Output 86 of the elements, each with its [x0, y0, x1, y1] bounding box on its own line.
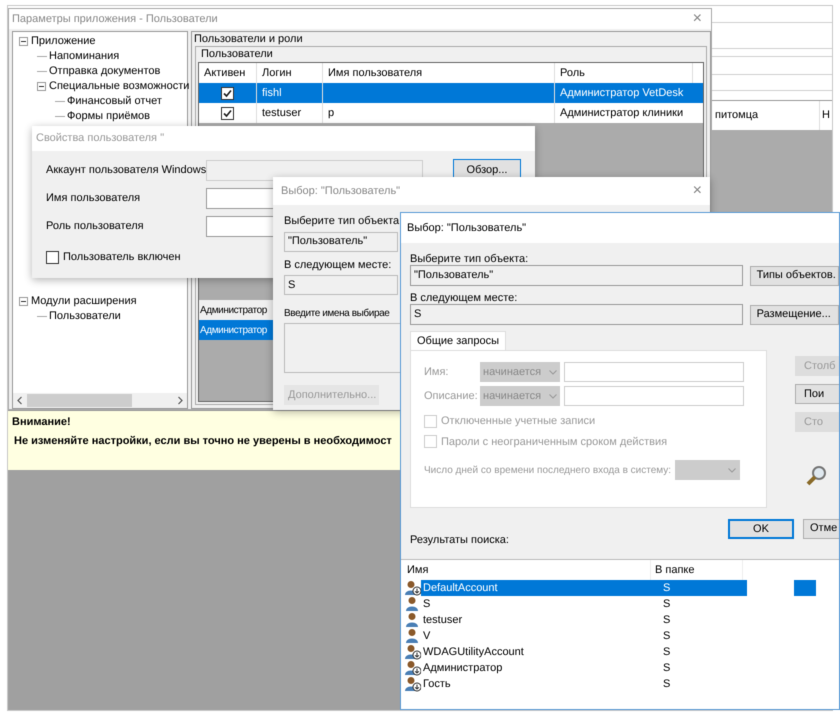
location-field: S	[410, 304, 743, 325]
table-row[interactable]: fishl Администратор VetDesk	[199, 83, 703, 103]
checkbox[interactable]	[46, 250, 59, 264]
list-item[interactable]: WDAGUtilityAccount	[421, 644, 659, 660]
object-type-field: "Пользователь"	[410, 265, 743, 286]
field-label: Имя:	[424, 364, 450, 380]
group-title: Пользователи	[200, 47, 274, 61]
close-button[interactable]: ×	[692, 7, 708, 31]
table-cell-text: S	[662, 612, 672, 628]
tree-item[interactable]: Приложение	[31, 33, 96, 50]
window-title: Выбор: "Пользователь"	[281, 184, 400, 199]
check-icon	[222, 108, 233, 118]
field-label: Аккаунт пользователя Windows	[46, 162, 206, 178]
table-cell: S	[659, 580, 747, 596]
checkbox[interactable]	[221, 106, 234, 120]
tree-item[interactable]: Напоминания	[49, 48, 120, 65]
column-header: Н	[821, 108, 831, 124]
field-label: Число дней со времени последнего входа в систему:	[424, 464, 672, 478]
tree-item[interactable]: Формы приёмов	[67, 108, 150, 125]
window-title: Выбор: "Пользователь"	[407, 220, 526, 236]
object-type-field: "Пользователь"	[284, 232, 398, 252]
caret-icon	[549, 370, 557, 374]
field-label: Выберите тип объекта:	[410, 252, 530, 265]
window-title: Свойства пользователя ''	[36, 131, 164, 146]
search-icon	[805, 464, 829, 488]
checkbox-label: Пароли с неограниченным сроком действия	[441, 434, 668, 450]
table-cell: p	[323, 103, 555, 123]
user-badge-icon	[405, 676, 421, 692]
caret-icon	[549, 394, 557, 398]
table-cell-text: S	[662, 660, 672, 676]
field-label: Роль пользователя	[46, 218, 145, 234]
ok-button[interactable]: OK	[728, 518, 794, 538]
field-label: Описание:	[424, 388, 476, 404]
field-label: Выберите тип объекта:	[284, 214, 398, 229]
table-cell-text: S	[662, 644, 672, 660]
table-cell-text: S	[662, 628, 672, 644]
list-item[interactable]: S	[421, 596, 659, 612]
locations-button[interactable]: Размещение...	[750, 304, 839, 324]
panel-title: Пользователи и роли	[193, 32, 304, 46]
object-types-button[interactable]: Типы объектов.	[750, 266, 839, 286]
close-button[interactable]: ×	[692, 179, 702, 203]
user-badge-icon	[405, 644, 421, 660]
cancel-button[interactable]: Отме	[803, 518, 839, 538]
table-cell: testuser	[257, 103, 323, 123]
selection-highlight	[794, 580, 816, 596]
table-cell-text: S	[662, 676, 672, 692]
list-item[interactable]: testuser	[421, 612, 659, 628]
horizontal-scrollbar[interactable]	[13, 393, 187, 408]
user-icon	[405, 612, 421, 628]
scrollbar-thumb[interactable]	[27, 394, 132, 407]
tree-item[interactable]: Финансовый отчет	[67, 93, 162, 110]
table-row[interactable]: testuser p Администратор клиники	[199, 103, 703, 123]
list-item[interactable]: Администратор	[421, 660, 659, 676]
warning-text: Не изменяйте настройки, если вы точно не уверены в необходимост	[13, 434, 393, 448]
list-item[interactable]: V	[421, 628, 659, 644]
input-field[interactable]	[564, 386, 744, 406]
warning-title: Внимание!	[12, 415, 72, 430]
tab[interactable]: Общие запросы	[410, 331, 506, 350]
tree-item[interactable]: Специальные возможности	[49, 78, 190, 95]
results-label: Результаты поиска:	[410, 533, 509, 548]
check-icon	[222, 88, 233, 98]
tree-item[interactable]: Пользователи	[49, 308, 121, 325]
user-badge-icon	[405, 660, 421, 676]
checkbox-label: Отключенные учетные записи	[441, 414, 596, 429]
days-dropdown[interactable]	[675, 460, 740, 480]
list-item[interactable]: Гость	[421, 676, 659, 692]
window-title: Параметры приложения - Пользователи	[12, 12, 218, 27]
caret-icon	[728, 468, 736, 472]
field-label: В следующем месте:	[284, 258, 392, 272]
user-icon	[405, 596, 421, 612]
table-cell-text: Администратор клиники	[559, 106, 684, 121]
user-badge-icon	[405, 580, 421, 596]
tree-item[interactable]: Модули расширения	[31, 293, 137, 310]
checkbox-label: Пользователь включен	[63, 250, 181, 265]
list-item[interactable]: DefaultAccount	[421, 580, 659, 596]
table-cell-text: S	[662, 596, 672, 612]
table-cell-text: Администратор VetDesk	[559, 86, 684, 101]
tree-item[interactable]: Отправка документов	[49, 63, 160, 80]
field-label: Введите имена выбирае	[284, 307, 390, 321]
side-button[interactable]: Пои	[795, 384, 839, 404]
field-label: Имя пользователя	[46, 190, 142, 206]
user-icon	[405, 628, 421, 644]
location-field: S	[284, 275, 398, 295]
field-label: В следующем месте:	[410, 291, 518, 304]
input-field[interactable]	[564, 362, 744, 382]
checkbox[interactable]	[221, 86, 234, 100]
